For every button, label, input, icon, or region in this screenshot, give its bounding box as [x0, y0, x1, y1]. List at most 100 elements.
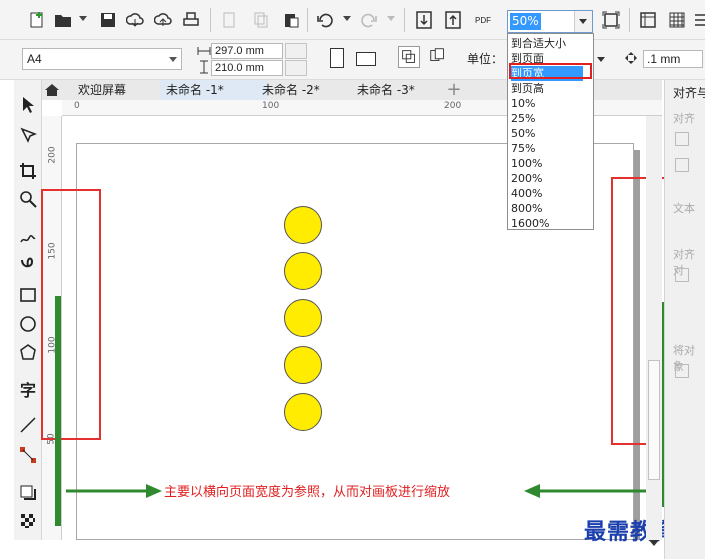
crop-tool-icon[interactable]	[17, 160, 39, 182]
zoom-option[interactable]: 800%	[511, 201, 542, 216]
page-height-value: 210.0 mm	[215, 62, 264, 74]
cut-icon[interactable]	[218, 9, 240, 31]
export-cloud-icon[interactable]	[152, 9, 174, 31]
rulers-icon[interactable]	[637, 9, 659, 31]
yellow-circle[interactable]	[284, 252, 322, 290]
nudge-distance-input[interactable]: .1 mm	[643, 50, 703, 68]
connector-tool-icon[interactable]	[17, 444, 39, 466]
drop-shadow-icon[interactable]	[17, 482, 39, 504]
annotation-caption: 主要以横向页面宽度为参照，从而对画板进行缩放	[164, 485, 451, 500]
zoom-option[interactable]: 400%	[511, 186, 542, 201]
unit-dropdown-icon[interactable]	[597, 57, 605, 62]
tab-untitled-1[interactable]: 未命名 -1*	[160, 80, 267, 100]
more-toolbar-icon[interactable]	[690, 9, 705, 31]
page-height-input[interactable]: 210.0 mm	[211, 60, 283, 76]
zoom-option[interactable]: 50%	[511, 126, 535, 141]
ruler-tick-label: 0	[74, 101, 80, 111]
zoom-level-combo[interactable]: 50%	[507, 10, 593, 33]
align-left-icon[interactable]	[675, 132, 689, 146]
page-width-spinner[interactable]	[285, 43, 307, 59]
tab-untitled-3[interactable]: 未命名 -3*	[351, 80, 421, 100]
toolbox	[14, 80, 42, 540]
page-width-icon	[197, 44, 211, 58]
yellow-circle[interactable]	[284, 299, 322, 337]
zoom-option[interactable]: 1600%	[511, 216, 549, 231]
zoom-option[interactable]: 25%	[511, 111, 535, 126]
zoom-option[interactable]: 10%	[511, 96, 535, 111]
open-dropdown-icon[interactable]	[79, 16, 87, 21]
yellow-circle[interactable]	[284, 206, 322, 244]
new-tab-icon[interactable]: +	[444, 80, 464, 100]
undo-dropdown-icon[interactable]	[343, 16, 351, 21]
watermark-text: 最需教育	[584, 519, 677, 545]
page-size-select[interactable]: A4	[22, 48, 182, 70]
align-to-object-icon[interactable]	[675, 268, 689, 282]
save-icon[interactable]	[97, 9, 119, 31]
zoom-tool-icon[interactable]	[17, 188, 39, 210]
page-width-value: 297.0 mm	[215, 45, 264, 57]
publish-pdf-icon[interactable]: PDF	[472, 9, 494, 31]
shape-tool-icon[interactable]	[17, 124, 39, 146]
align-docker-panel: 对齐与 对齐 文本 对齐对 将对象	[664, 80, 705, 559]
align-to-page-icon[interactable]	[675, 364, 689, 378]
zoom-option[interactable]: 到合适大小	[511, 36, 566, 51]
landscape-icon[interactable]	[356, 52, 376, 66]
print-icon[interactable]	[180, 9, 202, 31]
page-width-input[interactable]: 297.0 mm	[211, 43, 283, 59]
export-icon[interactable]	[442, 9, 464, 31]
ruler-tick-label: 100	[262, 101, 280, 111]
rectangle-tool-icon[interactable]	[17, 284, 39, 306]
page-size-dropdown-icon[interactable]	[169, 57, 177, 62]
page-size-value: A4	[27, 52, 42, 66]
page-height-icon	[197, 60, 211, 74]
tab-untitled-2[interactable]: 未命名 -2*	[256, 80, 326, 100]
copy-icon[interactable]	[250, 9, 272, 31]
grid-icon[interactable]	[666, 9, 688, 31]
vertical-scrollbar-thumb[interactable]	[648, 360, 660, 480]
docker-section-label: 对齐	[673, 112, 695, 125]
paste-icon[interactable]	[280, 9, 302, 31]
ellipse-tool-icon[interactable]	[17, 313, 39, 335]
tab-welcome[interactable]: 欢迎屏幕	[72, 80, 133, 100]
polygon-tool-icon[interactable]	[17, 342, 39, 364]
transparency-tool-icon[interactable]	[17, 510, 39, 532]
ruler-tick-label: 200	[444, 101, 462, 111]
full-screen-icon[interactable]	[600, 9, 622, 31]
import-icon[interactable]	[413, 9, 435, 31]
zoom-option[interactable]: 到页高	[511, 81, 544, 96]
undo-icon[interactable]	[314, 9, 336, 31]
zoom-level-value[interactable]: 50%	[510, 13, 541, 30]
docker-section-label: 文本	[673, 202, 695, 215]
parallel-dimension-icon[interactable]	[17, 414, 39, 436]
pick-tool-icon[interactable]	[17, 94, 39, 116]
standard-toolbar: PDF 50%	[0, 0, 705, 40]
scroll-down-icon[interactable]	[649, 540, 659, 546]
text-tool-icon[interactable]: 字	[17, 378, 39, 400]
page-height-spinner[interactable]	[285, 60, 307, 76]
new-document-icon[interactable]	[26, 9, 48, 31]
redo-icon[interactable]	[358, 9, 380, 31]
zoom-option[interactable]: 200%	[511, 171, 542, 186]
yellow-circle[interactable]	[284, 393, 322, 431]
docker-title: 对齐与	[673, 86, 705, 100]
all-pages-icon[interactable]	[398, 46, 420, 68]
pdf-label: PDF	[475, 15, 491, 25]
left-green-bar	[55, 296, 61, 526]
align-center-icon[interactable]	[675, 158, 689, 172]
portrait-icon[interactable]	[330, 48, 344, 68]
nudge-icon	[624, 51, 638, 65]
current-page-icon[interactable]	[428, 46, 450, 68]
zoom-option[interactable]: 75%	[511, 141, 535, 156]
open-folder-icon[interactable]	[52, 9, 74, 31]
zoom-option[interactable]: 100%	[511, 156, 542, 171]
freehand-tool-icon[interactable]	[17, 226, 39, 248]
yellow-circle[interactable]	[284, 346, 322, 384]
artistic-media-icon[interactable]	[17, 254, 39, 276]
redo-dropdown-icon[interactable]	[387, 16, 395, 21]
home-icon[interactable]	[44, 82, 60, 98]
nudge-distance-value: .1 mm	[647, 52, 681, 66]
ruler-tick-label: 200	[47, 146, 58, 164]
left-edge-highlight-box	[41, 189, 101, 440]
zoom-dropdown-icon[interactable]	[574, 11, 592, 32]
import-cloud-icon[interactable]	[124, 9, 146, 31]
